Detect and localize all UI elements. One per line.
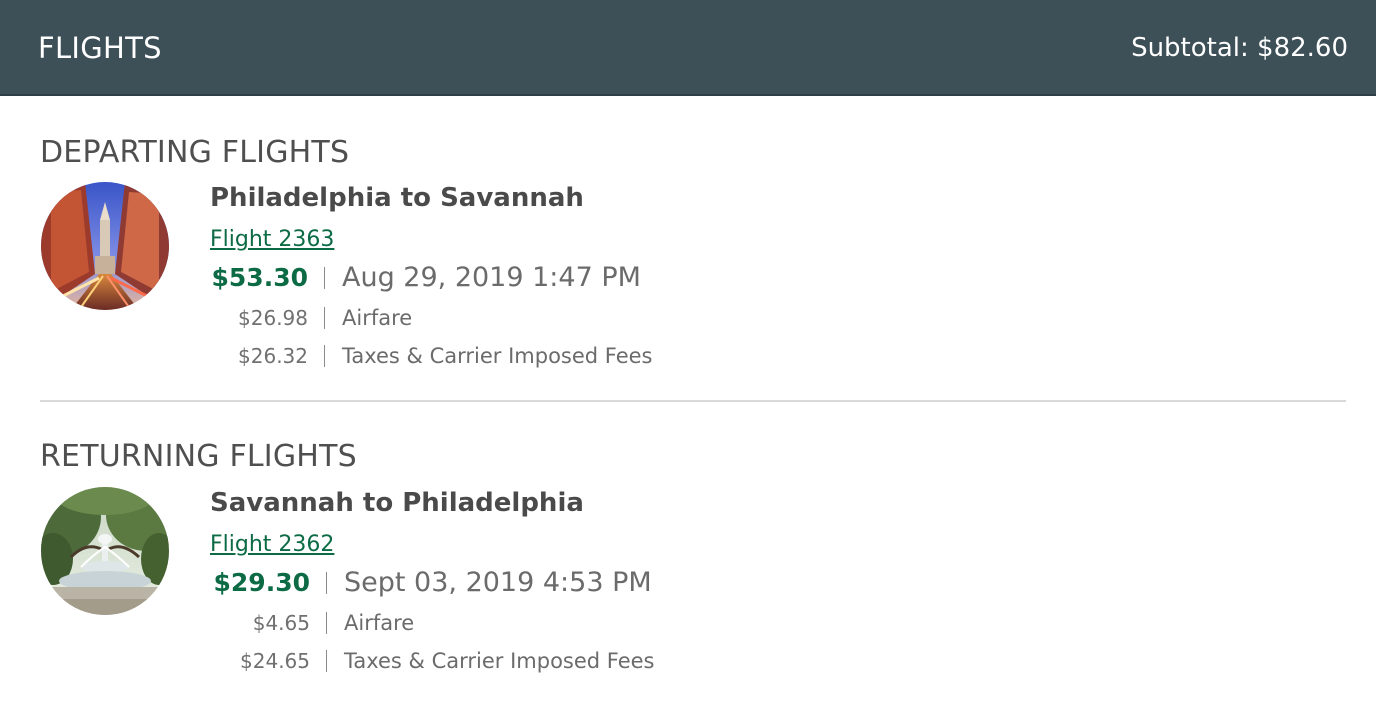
price-line-returning: $29.30 Sept 03, 2019 4:53 PM [0, 566, 800, 600]
separator [326, 572, 327, 594]
flight-link-returning[interactable]: Flight 2362 [210, 530, 334, 560]
route-title-returning: Savannah to Philadelphia [210, 488, 584, 518]
section-title-returning: RETURNING FLIGHTS [40, 439, 357, 474]
return-datetime: Sept 03, 2019 4:53 PM [344, 567, 652, 598]
breakdown-label: Taxes & Carrier Imposed Fees [344, 649, 655, 673]
breakdown-label: Airfare [344, 611, 415, 635]
breakdown-row-departing: $26.32 Taxes & Carrier Imposed Fees [0, 339, 800, 373]
breakdown-amount: $24.65 [240, 649, 310, 673]
breakdown-label: Taxes & Carrier Imposed Fees [342, 344, 653, 368]
breakdown-row-returning: $4.65 Airfare [0, 606, 800, 640]
breakdown-label: Airfare [342, 306, 413, 330]
departure-datetime: Aug 29, 2019 1:47 PM [342, 262, 641, 293]
section-divider [40, 400, 1346, 402]
separator [324, 345, 325, 367]
separator [326, 612, 327, 634]
separator [324, 307, 325, 329]
section-title-departing: DEPARTING FLIGHTS [40, 135, 350, 170]
total-price-departing: $53.30 [211, 263, 308, 292]
breakdown-amount: $26.32 [238, 344, 308, 368]
subtotal-label: Subtotal: $82.60 [1131, 33, 1348, 63]
breakdown-row-returning: $24.65 Taxes & Carrier Imposed Fees [0, 644, 800, 678]
route-title-departing: Philadelphia to Savannah [210, 183, 584, 213]
separator [326, 650, 327, 672]
flight-link-departing[interactable]: Flight 2363 [210, 225, 334, 255]
breakdown-row-departing: $26.98 Airfare [0, 301, 800, 335]
total-price-returning: $29.30 [213, 568, 310, 597]
breakdown-amount: $4.65 [252, 611, 310, 635]
separator [324, 267, 325, 289]
price-line-departing: $53.30 Aug 29, 2019 1:47 PM [0, 261, 800, 295]
header-title: FLIGHTS [38, 31, 162, 65]
flights-header: FLIGHTS Subtotal: $82.60 [0, 0, 1376, 96]
breakdown-amount: $26.98 [238, 306, 308, 330]
